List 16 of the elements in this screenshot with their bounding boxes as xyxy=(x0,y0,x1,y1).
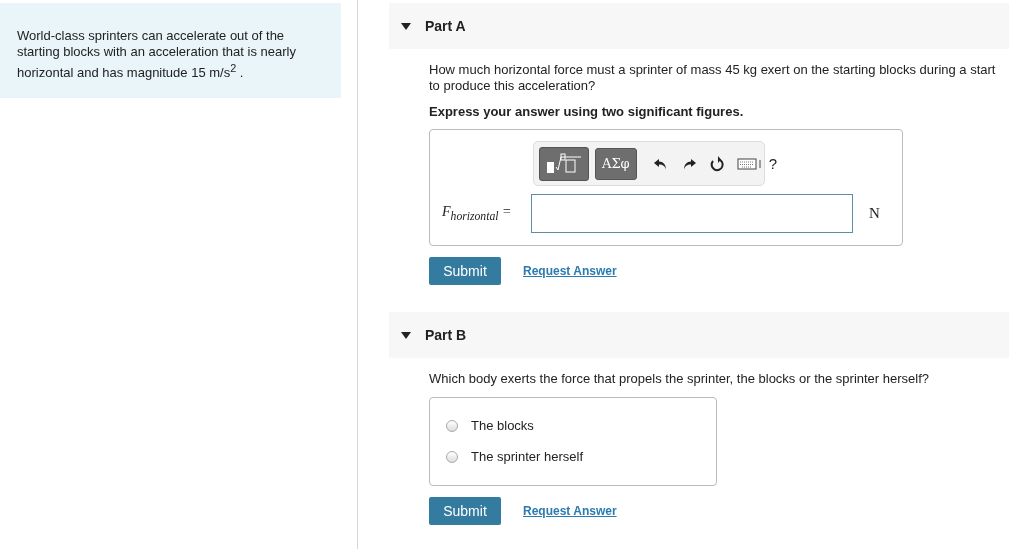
instruction-text: Express your answer using two significant figures. xyxy=(429,104,745,119)
symbols-button[interactable]: ΑΣφ xyxy=(595,147,637,180)
submit-button[interactable]: Submit xyxy=(429,497,501,525)
question-text: Which body exerts the force that propels the sprinter, the blocks or the sprinter herself? xyxy=(429,371,931,387)
help-button[interactable]: ? xyxy=(768,155,778,172)
part-header[interactable]: Part B xyxy=(389,312,1009,358)
question-text: How much horizontal force must a sprinter of mass 45 kg exert on the starting blocks during a start to produce this acceleration? xyxy=(429,62,997,94)
problem-text: World-class sprinters can accelerate out of the starting blocks with an acceleration that is nearly horizontal and has magnitude 15 m/s$^{2}$ . xyxy=(0,3,341,99)
option-label[interactable]: The sprinter herself xyxy=(471,449,583,464)
submit-button[interactable]: Submit xyxy=(429,257,501,285)
variable-label: F$_{horizontal}$ = xyxy=(442,204,513,223)
unit-label: N xyxy=(869,205,880,222)
part-header[interactable]: Part A xyxy=(389,3,1009,49)
option-label[interactable]: The blocks xyxy=(471,418,534,433)
request-answer-link[interactable]: Request Answer xyxy=(523,264,617,278)
request-answer-link[interactable]: Request Answer xyxy=(523,504,617,518)
